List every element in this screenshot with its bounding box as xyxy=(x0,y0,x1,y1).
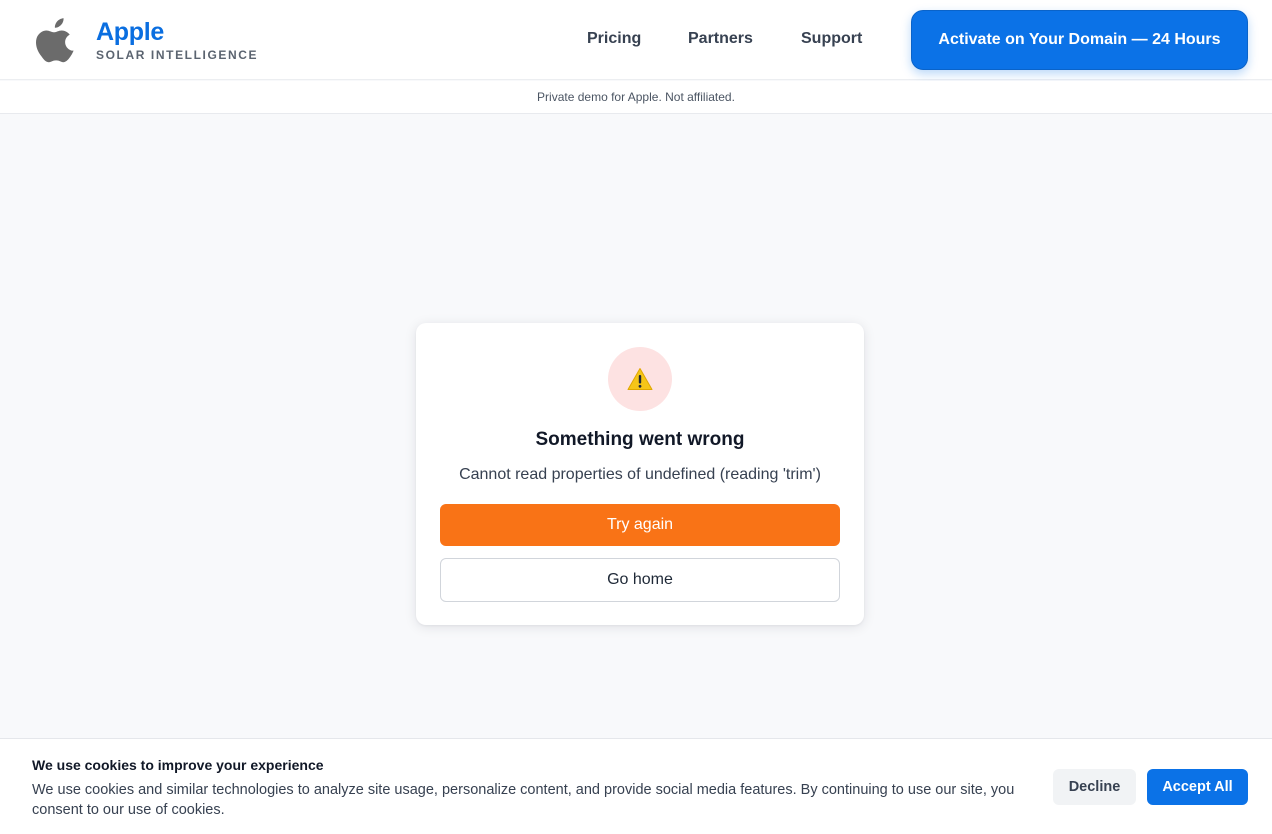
logo-link[interactable] xyxy=(36,16,76,64)
nav-pricing[interactable]: Pricing xyxy=(587,30,641,48)
error-card: Something went wrong Cannot read propert… xyxy=(416,323,864,625)
accept-cookies-button[interactable]: Accept All xyxy=(1147,769,1248,805)
decline-cookies-button[interactable]: Decline xyxy=(1053,769,1136,805)
nav-support[interactable]: Support xyxy=(801,30,862,48)
cookie-text: We use cookies and similar technologies … xyxy=(32,782,1015,818)
go-home-button[interactable]: Go home xyxy=(440,558,840,602)
apple-logo-icon xyxy=(36,18,74,63)
affiliation-notice-text: Private demo for Apple. Not affiliated. xyxy=(537,90,735,104)
try-again-button[interactable]: Try again xyxy=(440,504,840,546)
error-title: Something went wrong xyxy=(535,429,745,450)
brand: Apple SOLAR INTELLIGENCE xyxy=(96,18,258,62)
activate-domain-button[interactable]: Activate on Your Domain — 24 Hours xyxy=(911,10,1248,70)
nav-partners[interactable]: Partners xyxy=(688,30,753,48)
error-message: Cannot read properties of undefined (rea… xyxy=(459,466,821,483)
warning-badge xyxy=(608,347,672,411)
brand-subtitle: SOLAR INTELLIGENCE xyxy=(96,48,259,62)
affiliation-notice: Private demo for Apple. Not affiliated. xyxy=(0,81,1272,114)
cookie-title: We use cookies to improve your experienc… xyxy=(32,757,324,773)
cookie-banner: We use cookies to improve your experienc… xyxy=(0,738,1272,834)
brand-name: Apple xyxy=(96,18,164,46)
warning-icon xyxy=(627,368,653,390)
site-header: Apple SOLAR INTELLIGENCE Pricing Partner… xyxy=(0,0,1272,80)
